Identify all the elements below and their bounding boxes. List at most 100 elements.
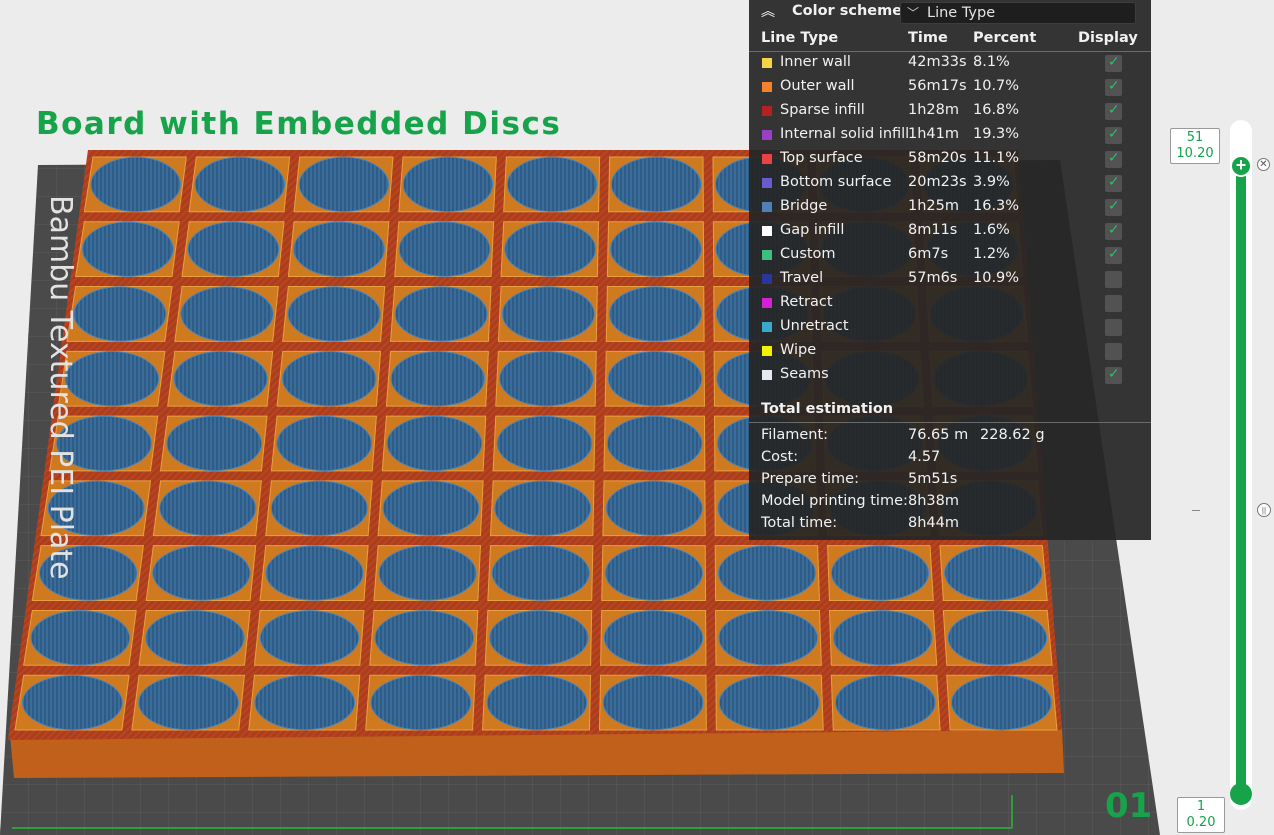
pause-icon[interactable]: || [1257,503,1271,517]
embedded-disc [64,351,160,407]
display-checkbox[interactable] [1105,78,1122,96]
estimation-prepare: Prepare time: 5m51s [749,469,1151,491]
embedded-disc [602,674,704,731]
embedded-disc [496,415,593,472]
display-checkbox[interactable] [1105,319,1122,336]
close-icon[interactable]: ✕ [1257,158,1270,171]
display-checkbox[interactable] [1105,174,1122,192]
slider-top-handle[interactable]: + [1230,155,1252,177]
embedded-disc [293,221,385,277]
embedded-disc [834,674,936,731]
line-type-name: Top surface [780,150,863,166]
embedded-disc [491,545,590,601]
line-type-name: Wipe [780,342,817,358]
embedded-disc [499,351,594,407]
embedded-disc [951,674,1052,731]
embedded-disc [394,286,488,342]
embedded-disc [402,156,494,213]
prepare-time-label: Prepare time: [761,471,859,487]
header-line-type: Line Type [761,30,839,46]
layer-slider[interactable]: + ✕ || 51 10.20 1 0.20 [1160,110,1274,835]
embedded-disc [254,674,356,731]
embedded-disc [486,674,588,731]
slider-bottom-handle[interactable] [1230,783,1252,805]
color-scheme-label: Color scheme [792,3,903,19]
embedded-disc [382,480,480,536]
embedded-disc [270,480,368,536]
embedded-disc [159,480,257,536]
display-checkbox[interactable] [1105,246,1122,264]
embedded-disc [173,351,268,407]
estimation-header: Total estimation [749,398,1151,423]
prepare-time-value: 5m51s [908,471,958,487]
color-swatch [762,226,772,236]
legend-panel: ︽ Color scheme ﹀ Line Type Line Type Tim… [749,0,1151,540]
embedded-disc [832,610,933,666]
display-checkbox[interactable] [1105,343,1122,360]
legend-row: Sparse infill 1h28m 16.8% [749,100,1151,124]
top-layer-label: 51 10.20 [1170,128,1220,164]
chevron-double-up-icon[interactable]: ︽ [761,3,775,21]
display-checkbox[interactable] [1105,126,1122,144]
color-swatch [762,178,772,188]
line-type-name: Bridge [780,198,828,214]
embedded-disc [718,610,818,666]
color-swatch [762,106,772,116]
estimation-filament: Filament: 76.65 m 228.62 g [749,425,1151,447]
plate-label: Bambu Textured PEI Plate [43,195,78,580]
embedded-disc [194,156,286,213]
embedded-disc [610,156,702,213]
embedded-disc [606,415,703,472]
embedded-disc [390,351,485,407]
estimation-total: Total time: 8h44m [749,513,1151,535]
color-swatch [762,250,772,260]
embedded-disc [489,610,589,666]
display-checkbox[interactable] [1105,150,1122,168]
display-checkbox[interactable] [1105,102,1122,120]
embedded-disc [504,221,597,277]
line-type-percent: 10.9% [973,270,1020,286]
display-checkbox[interactable] [1105,198,1122,216]
line-type-name: Bottom surface [780,174,892,190]
cost-value: 4.57 [908,449,941,465]
embedded-disc [718,674,820,731]
total-time-label: Total time: [761,515,838,531]
chevron-down-icon: ﹀ [907,6,920,20]
display-checkbox[interactable] [1105,295,1122,312]
color-swatch [762,370,772,380]
top-layer-number: 51 [1186,130,1204,145]
line-type-name: Unretract [780,318,849,334]
color-scheme-select[interactable]: ﹀ Line Type [900,2,1136,24]
embedded-disc [603,610,704,666]
embedded-disc [608,286,702,342]
plate-number[interactable]: 01 [1105,786,1152,826]
cost-label: Cost: [761,449,799,465]
legend-row: Unretract [749,316,1151,340]
embedded-disc [944,545,1043,601]
embedded-disc [30,610,131,666]
color-swatch [762,298,772,308]
embedded-disc [90,156,181,213]
embedded-disc [609,221,702,277]
embedded-disc [180,286,274,342]
line-type-name: Outer wall [780,78,855,94]
embedded-disc [386,415,483,472]
embedded-disc [717,545,817,601]
display-checkbox[interactable] [1105,271,1122,288]
line-type-time: 1h25m [908,198,959,214]
line-type-time: 1h41m [908,126,959,142]
legend-row: Top surface 58m20s 11.1% [749,148,1151,172]
display-checkbox[interactable] [1105,54,1122,72]
embedded-disc [21,674,123,731]
display-checkbox[interactable] [1105,222,1122,240]
embedded-disc [281,351,377,407]
line-type-time: 56m17s [908,78,967,94]
embedded-disc [830,545,930,601]
embedded-disc [398,221,491,277]
line-type-name: Seams [780,366,829,382]
embedded-disc [605,480,703,536]
color-swatch [762,154,772,164]
bottom-layer-number: 1 [1196,799,1206,814]
embedded-disc [287,286,381,342]
display-checkbox[interactable] [1105,366,1122,384]
